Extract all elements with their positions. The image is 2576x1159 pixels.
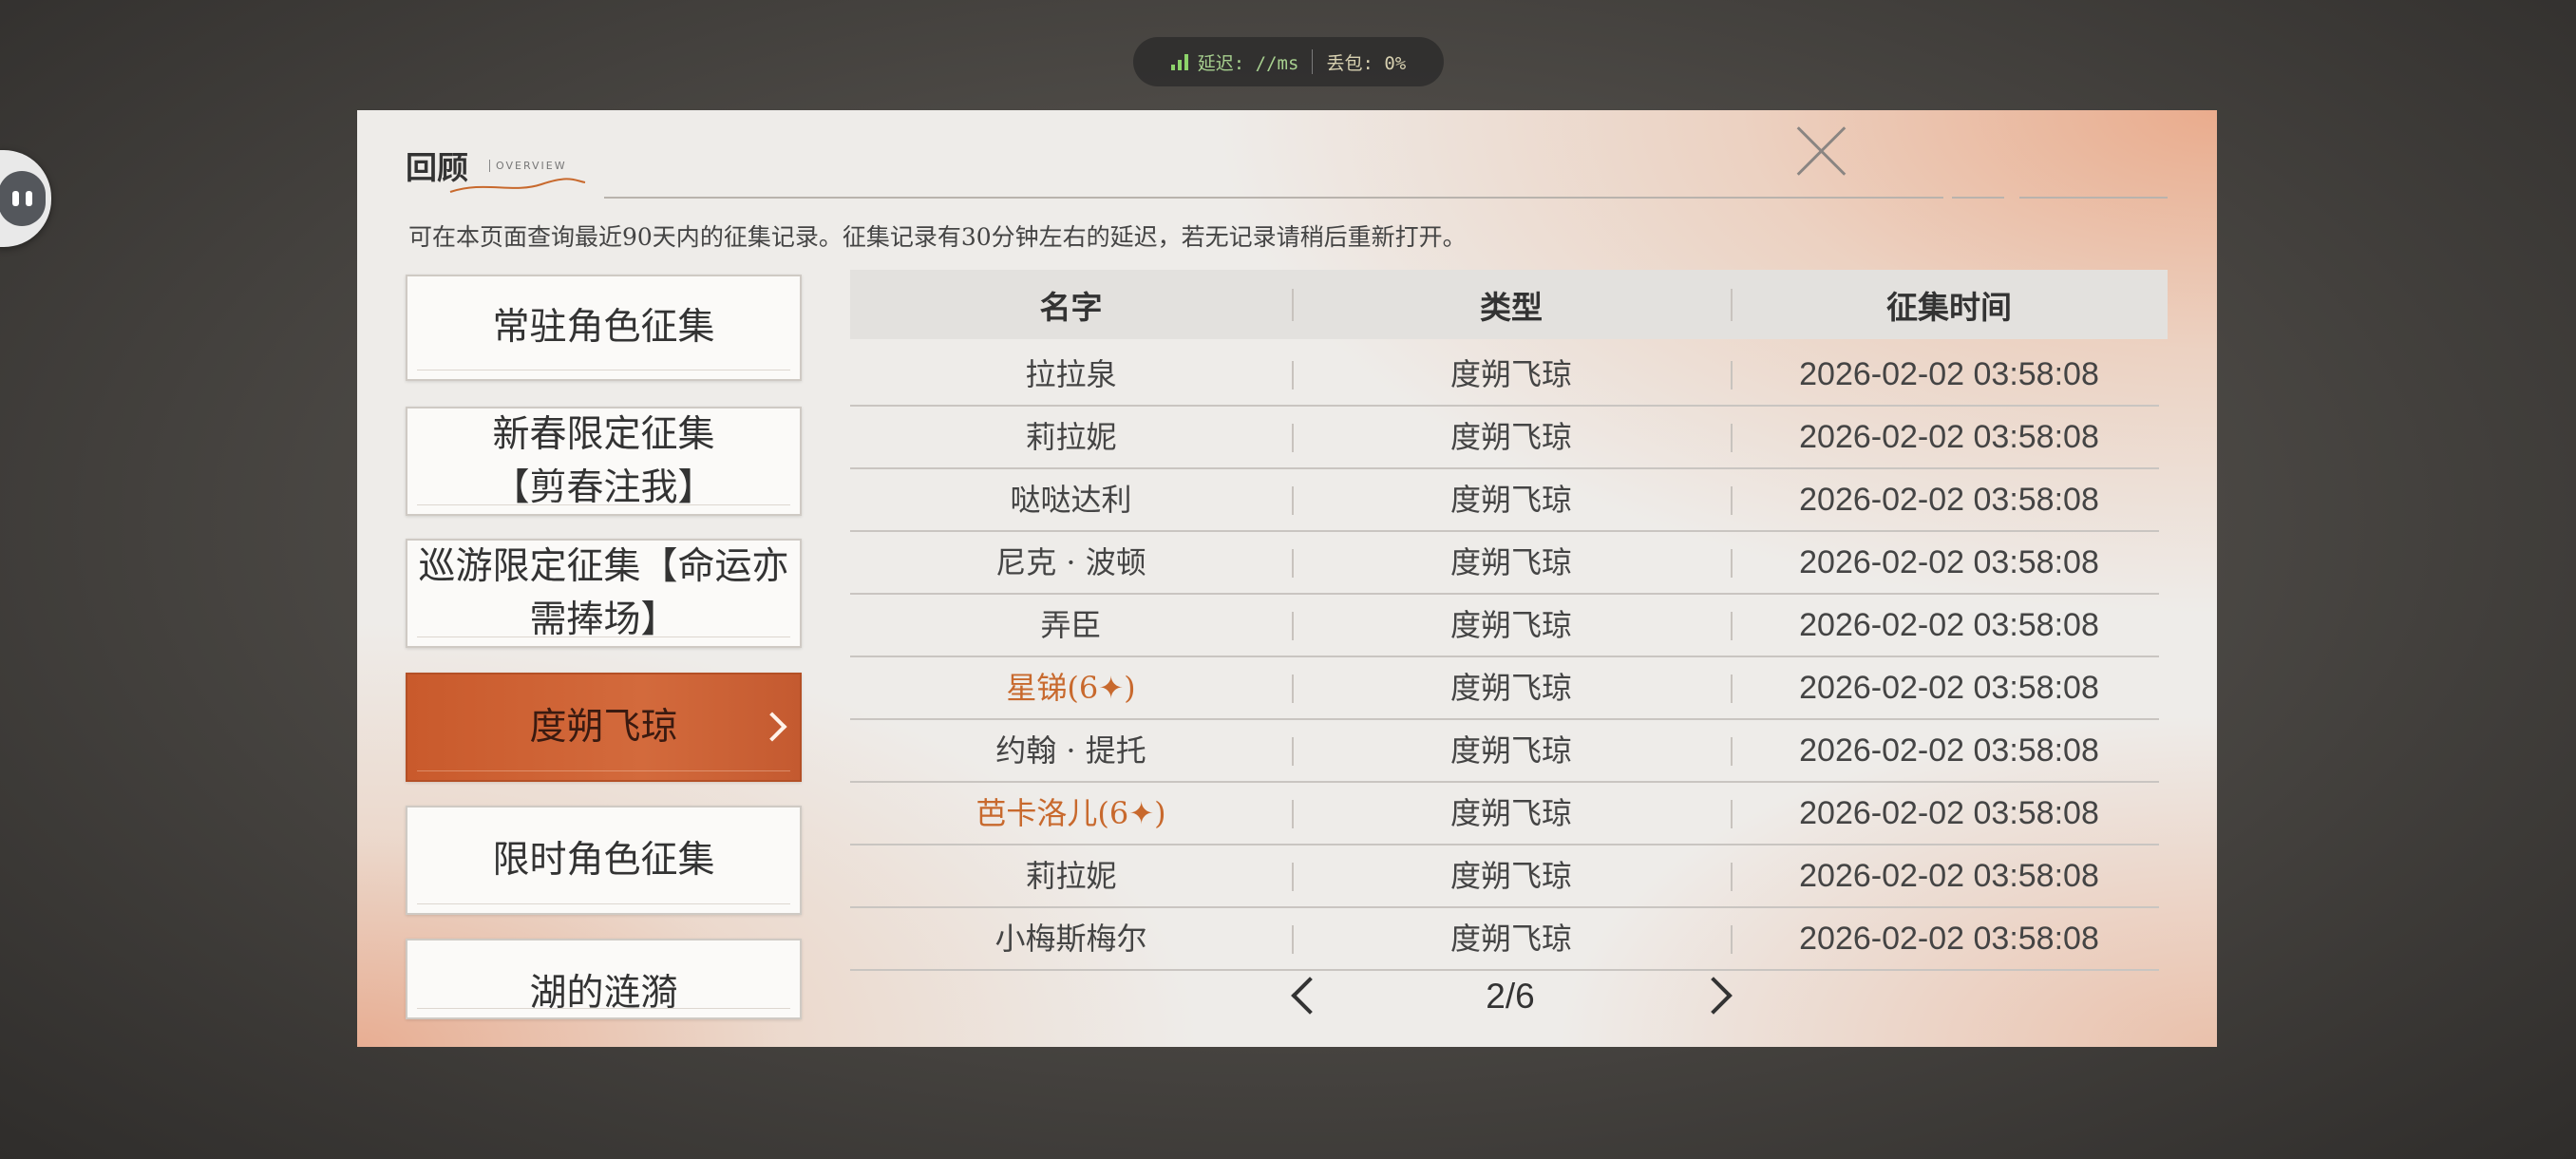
sidebar-item-label: 度朔飞琼: [529, 705, 678, 749]
table-row: 小梅斯梅尔 度朔飞琼 2026-02-02 03:58:08: [850, 908, 2159, 971]
sidebar-item-limited-character[interactable]: 限时角色征集: [406, 806, 802, 915]
chevron-right-icon: [757, 711, 787, 742]
sidebar-item-label: 常驻角色征集: [492, 306, 715, 349]
row-name: 莉拉妮: [1025, 858, 1117, 894]
header-divider: [604, 197, 1943, 199]
network-status-pill: 延迟: //ms 丢包: 0%: [1133, 37, 1444, 86]
table-row: 莉拉妮 度朔飞琼 2026-02-02 03:58:08: [850, 846, 2159, 908]
row-name: 约翰 · 提托: [995, 732, 1146, 769]
header-divider-end: [2019, 197, 2168, 199]
sidebar-item-label: 新春限定征集【剪春注我】: [492, 412, 715, 509]
row-time: 2026-02-02 03:58:08: [1799, 544, 2099, 580]
sidebar-item-tour-limited[interactable]: 巡游限定征集【命运亦需捧场】: [406, 539, 802, 648]
row-time: 2026-02-02 03:58:08: [1799, 419, 2099, 455]
row-type: 度朔飞琼: [1449, 921, 1572, 957]
column-header-time: 征集时间: [1886, 288, 2012, 326]
table-row: 哒哒达利 度朔飞琼 2026-02-02 03:58:08: [850, 469, 2159, 532]
table-row: 芭卡洛儿(6✦) 度朔飞琼 2026-02-02 03:58:08: [850, 783, 2159, 846]
sidebar-item-lake-ripple[interactable]: 湖的涟漪: [406, 939, 802, 1019]
row-time: 2026-02-02 03:58:08: [1799, 732, 2099, 769]
status-divider: [1312, 49, 1314, 74]
sidebar-item-dushuo-feiqiong[interactable]: 度朔飞琼: [406, 673, 802, 782]
packet-loss-label: 丢包: 0%: [1326, 52, 1407, 74]
sidebar-item-label: 巡游限定征集【命运亦需捧场】: [418, 544, 789, 641]
row-name-rare: 星锑(6✦): [1006, 670, 1136, 706]
table-row: 拉拉泉 度朔飞琼 2026-02-02 03:58:08: [850, 344, 2159, 407]
sidebar-item-standard[interactable]: 常驻角色征集: [406, 275, 802, 381]
sidebar-item-spring-limited[interactable]: 新春限定征集【剪春注我】: [406, 407, 802, 516]
table-row: 尼克 · 波顿 度朔飞琼 2026-02-02 03:58:08: [850, 532, 2159, 595]
row-time: 2026-02-02 03:58:08: [1799, 482, 2099, 518]
page-indicator: 2/6: [1486, 977, 1535, 1016]
header-divider-short: [1952, 197, 2004, 199]
table-header: 名字 类型 征集时间: [850, 270, 2168, 339]
row-type: 度朔飞琼: [1449, 795, 1572, 831]
latency-label: 延迟: //ms: [1197, 52, 1299, 74]
column-header-name: 名字: [1039, 288, 1103, 326]
row-time: 2026-02-02 03:58:08: [1799, 795, 2099, 831]
sidebar-item-label: 限时角色征集: [492, 838, 715, 882]
table-row: 弄臣 度朔飞琼 2026-02-02 03:58:08: [850, 595, 2159, 657]
table-row: 星锑(6✦) 度朔飞琼 2026-02-02 03:58:08: [850, 657, 2159, 720]
row-time: 2026-02-02 03:58:08: [1799, 858, 2099, 894]
row-time: 2026-02-02 03:58:08: [1799, 670, 2099, 706]
row-time: 2026-02-02 03:58:08: [1799, 607, 2099, 643]
row-type: 度朔飞琼: [1449, 670, 1572, 706]
row-name: 弄臣: [1040, 607, 1102, 643]
close-icon[interactable]: [1793, 124, 1848, 179]
row-name: 哒哒达利: [1010, 482, 1132, 518]
table-row: 约翰 · 提托 度朔飞琼 2026-02-02 03:58:08: [850, 720, 2159, 783]
row-type: 度朔飞琼: [1449, 858, 1572, 894]
row-type: 度朔飞琼: [1449, 419, 1572, 455]
row-name: 小梅斯梅尔: [994, 921, 1147, 957]
description-text: 可在本页面查询最近90天内的征集记录。征集记录有30分钟左右的延迟，若无记录请稍…: [408, 223, 1467, 251]
row-time: 2026-02-02 03:58:08: [1799, 921, 2099, 957]
column-header-type: 类型: [1480, 288, 1543, 326]
title-swoosh-decoration: [449, 178, 586, 193]
row-type: 度朔飞琼: [1449, 482, 1572, 518]
row-type: 度朔飞琼: [1449, 607, 1572, 643]
signal-icon: [1170, 53, 1188, 70]
floating-assist-button[interactable]: [0, 150, 51, 247]
row-name-rare: 芭卡洛儿(6✦): [975, 795, 1166, 831]
row-type: 度朔飞琼: [1449, 356, 1572, 392]
row-type: 度朔飞琼: [1449, 544, 1572, 580]
table-row: 莉拉妮 度朔飞琼 2026-02-02 03:58:08: [850, 407, 2159, 469]
row-time: 2026-02-02 03:58:08: [1799, 356, 2099, 392]
pause-icon: [0, 171, 46, 226]
row-type: 度朔飞琼: [1449, 732, 1572, 769]
row-name: 拉拉泉: [1025, 356, 1117, 392]
sidebar-item-label: 湖的涟漪: [529, 972, 678, 1015]
row-name: 莉拉妮: [1025, 419, 1117, 455]
row-name: 尼克 · 波顿: [995, 544, 1146, 580]
